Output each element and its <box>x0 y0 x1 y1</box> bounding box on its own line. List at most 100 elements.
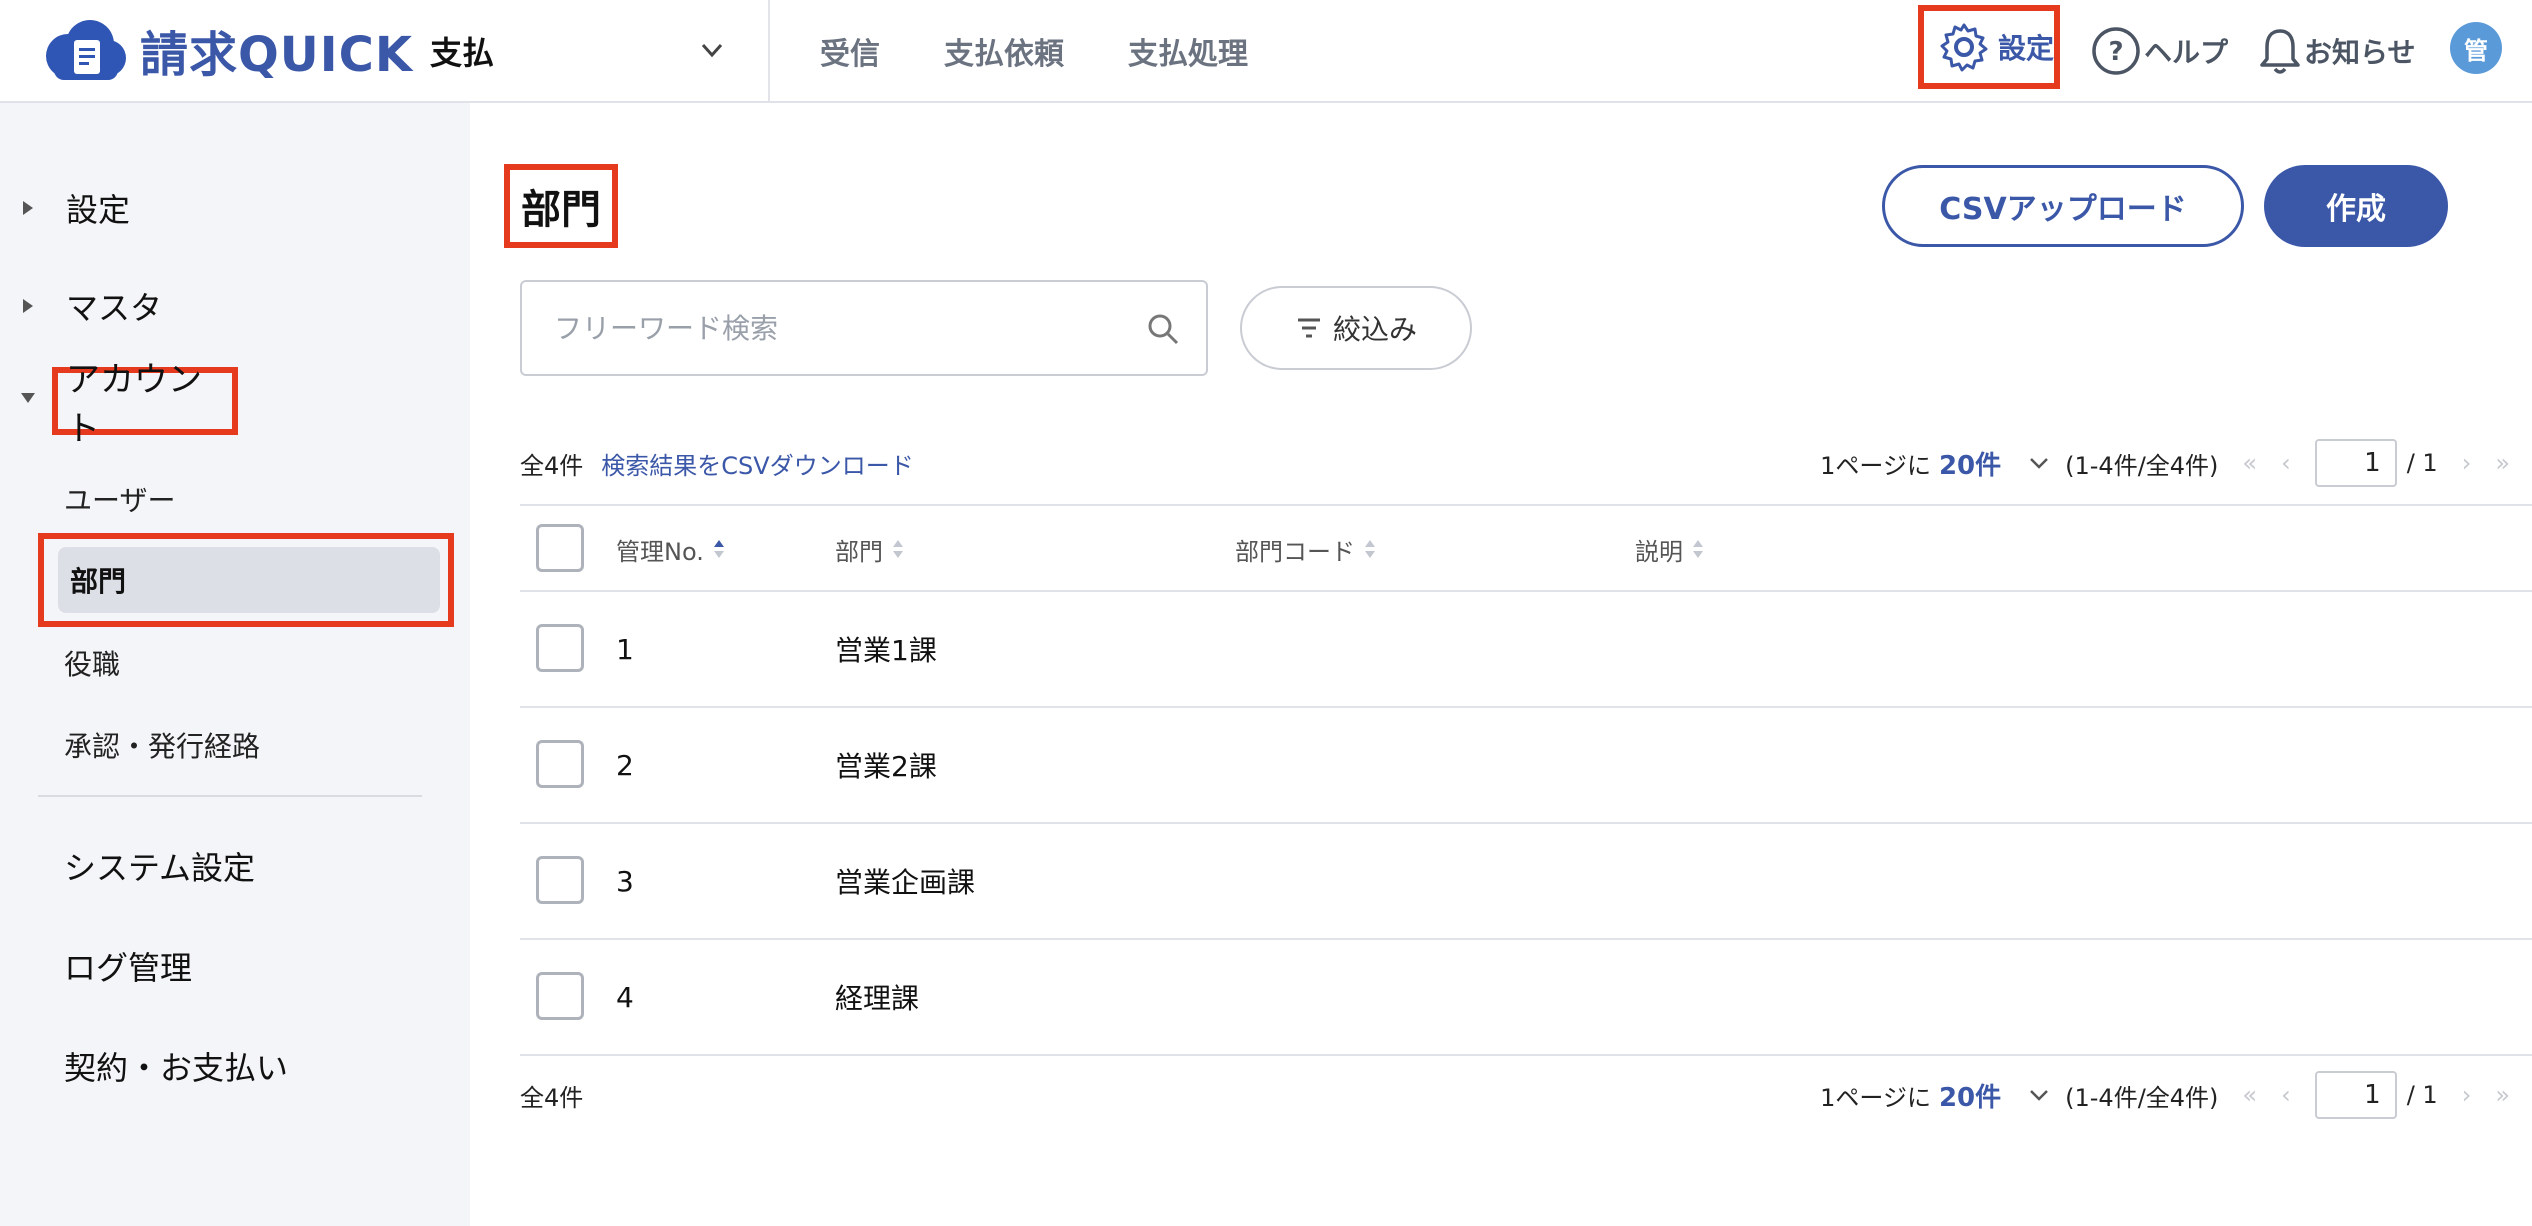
per-page-select[interactable]: 20件 <box>1939 1077 2001 1114</box>
help-label: ヘルプ <box>2144 35 2229 69</box>
sidebar: 設定 マスタ アカウント ユーザー 部門 役職 承認・発行経路 システム設定 ロ… <box>0 103 470 1226</box>
results-toolbar-top: 全4件 検索結果をCSVダウンロード 1ページに 20件 (1-4件/全4件) … <box>520 438 2510 488</box>
page-total: / 1 <box>2406 449 2438 477</box>
sidebar-group-label: 設定 <box>66 191 131 229</box>
notifications-link[interactable]: お知らせ <box>2258 0 2415 101</box>
bell-icon <box>2260 28 2300 74</box>
nav-payment-processing[interactable]: 支払処理 <box>1128 29 1248 73</box>
sidebar-item-users[interactable]: ユーザー <box>64 479 175 519</box>
row-checkbox[interactable] <box>536 972 584 1020</box>
pagination: 1ページに 20件 (1-4件/全4件) « ‹ / 1 › » <box>1820 438 2510 488</box>
sidebar-item-departments[interactable]: 部門 <box>58 547 440 613</box>
cell-department: 営業2課 <box>835 750 937 783</box>
settings-link[interactable]: 設定 <box>1918 5 2060 89</box>
create-button[interactable]: 作成 <box>2264 165 2448 247</box>
page-range: (1-4件/全4件) <box>2065 1083 2219 1112</box>
column-header-label: 管理No. <box>616 537 704 566</box>
per-page-select[interactable]: 20件 <box>1939 445 2001 482</box>
cell-no: 4 <box>616 980 634 1014</box>
cell-department: 営業1課 <box>835 634 937 667</box>
chevron-down-icon[interactable] <box>2027 1083 2051 1107</box>
top-header: 請求QUICK 支払 受信 支払依頼 支払処理 設定 ? ヘルプ お知らせ 管 <box>0 0 2532 103</box>
sidebar-group-settings[interactable]: 設定 <box>0 185 130 231</box>
filter-label: 絞込み <box>1332 313 1417 346</box>
chevron-down-icon[interactable] <box>2027 451 2051 475</box>
table-header: 管理No. 部門 部門コード 説明 <box>520 504 2532 592</box>
gear-icon <box>1940 23 1988 72</box>
filter-icon <box>1297 318 1320 338</box>
column-header-department[interactable]: 部門 <box>835 506 905 592</box>
select-all-checkbox[interactable] <box>536 524 584 572</box>
table-row[interactable]: 1 営業1課 <box>520 592 2532 708</box>
logo-text: 請求QUICK <box>140 27 414 83</box>
module-label: 支払 <box>430 33 495 72</box>
page: 請求QUICK 支払 受信 支払依頼 支払処理 設定 ? ヘルプ お知らせ 管 … <box>0 0 2532 1226</box>
cell-no: 1 <box>616 632 634 666</box>
prev-page-button[interactable]: ‹ <box>2281 1081 2291 1109</box>
nav-payment-request[interactable]: 支払依頼 <box>944 29 1064 73</box>
total-count: 全4件 <box>520 1083 584 1112</box>
svg-text:?: ? <box>2108 37 2123 67</box>
caret-down-icon <box>21 393 35 403</box>
first-page-button[interactable]: « <box>2242 449 2257 477</box>
csv-download-link[interactable]: 検索結果をCSVダウンロード <box>601 446 913 481</box>
search-input[interactable] <box>522 282 1142 374</box>
next-page-button[interactable]: › <box>2462 449 2472 477</box>
app-logo[interactable]: 請求QUICK <box>38 18 414 83</box>
column-header-label: 部門コード <box>1235 537 1355 566</box>
sidebar-group-label: マスタ <box>66 289 163 327</box>
page-number-input[interactable] <box>2314 439 2397 487</box>
sort-icon <box>1693 540 1703 558</box>
sort-icon <box>713 540 724 558</box>
sidebar-group-label: アカウント <box>66 360 202 449</box>
row-checkbox[interactable] <box>536 624 584 672</box>
help-link[interactable]: ? ヘルプ <box>2090 0 2228 101</box>
table-row[interactable]: 3 営業企画課 <box>520 824 2532 940</box>
page-range: (1-4件/全4件) <box>2065 451 2219 480</box>
table-row[interactable]: 2 営業2課 <box>520 708 2532 824</box>
table-row[interactable]: 4 経理課 <box>520 940 2532 1056</box>
sidebar-item-system-settings[interactable]: システム設定 <box>64 843 255 889</box>
row-checkbox[interactable] <box>536 740 584 788</box>
search-icon[interactable] <box>1146 312 1180 346</box>
column-header-description[interactable]: 説明 <box>1635 506 1705 592</box>
column-header-no[interactable]: 管理No. <box>616 506 726 592</box>
pagination: 1ページに 20件 (1-4件/全4件) « ‹ / 1 › » <box>1820 1070 2510 1120</box>
sidebar-item-positions[interactable]: 役職 <box>64 643 120 683</box>
prev-page-button[interactable]: ‹ <box>2281 449 2291 477</box>
sidebar-item-contract-payment[interactable]: 契約・お支払い <box>64 1043 288 1089</box>
nav-receive[interactable]: 受信 <box>820 29 880 73</box>
last-page-button[interactable]: » <box>2495 449 2510 477</box>
cloud-logo-icon <box>46 20 126 80</box>
per-page-prefix: 1ページに <box>1820 1083 1931 1112</box>
sort-icon <box>1365 540 1375 558</box>
sort-icon <box>893 540 903 558</box>
sidebar-item-approval-routes[interactable]: 承認・発行経路 <box>64 725 260 765</box>
column-header-code[interactable]: 部門コード <box>1235 506 1377 592</box>
sidebar-item-departments-highlight: 部門 <box>38 533 454 627</box>
page-title-highlight: 部門 <box>504 164 618 248</box>
per-page-prefix: 1ページに <box>1820 451 1931 480</box>
next-page-button[interactable]: › <box>2462 1081 2472 1109</box>
sidebar-item-log-management[interactable]: ログ管理 <box>64 943 192 989</box>
avatar[interactable]: 管 <box>2450 22 2502 74</box>
filter-button[interactable]: 絞込み <box>1240 286 1472 370</box>
cell-no: 3 <box>616 864 634 898</box>
column-header-label: 部門 <box>835 537 883 566</box>
top-nav: 受信 支払依頼 支払処理 <box>770 0 1262 101</box>
sidebar-divider <box>38 795 422 797</box>
sidebar-group-master[interactable]: マスタ <box>0 283 162 329</box>
sidebar-group-account[interactable]: アカウント <box>52 360 238 449</box>
cell-no: 2 <box>616 748 634 782</box>
question-circle-icon: ? <box>2092 26 2140 75</box>
csv-upload-button[interactable]: CSVアップロード <box>1882 165 2244 247</box>
search-box <box>520 280 1208 376</box>
cell-department: 経理課 <box>835 982 920 1015</box>
last-page-button[interactable]: » <box>2495 1081 2510 1109</box>
caret-right-icon <box>23 201 33 215</box>
row-checkbox[interactable] <box>536 856 584 904</box>
caret-right-icon <box>23 299 33 313</box>
module-switcher[interactable]: 支払 <box>430 0 770 101</box>
first-page-button[interactable]: « <box>2242 1081 2257 1109</box>
page-number-input[interactable] <box>2314 1071 2397 1119</box>
